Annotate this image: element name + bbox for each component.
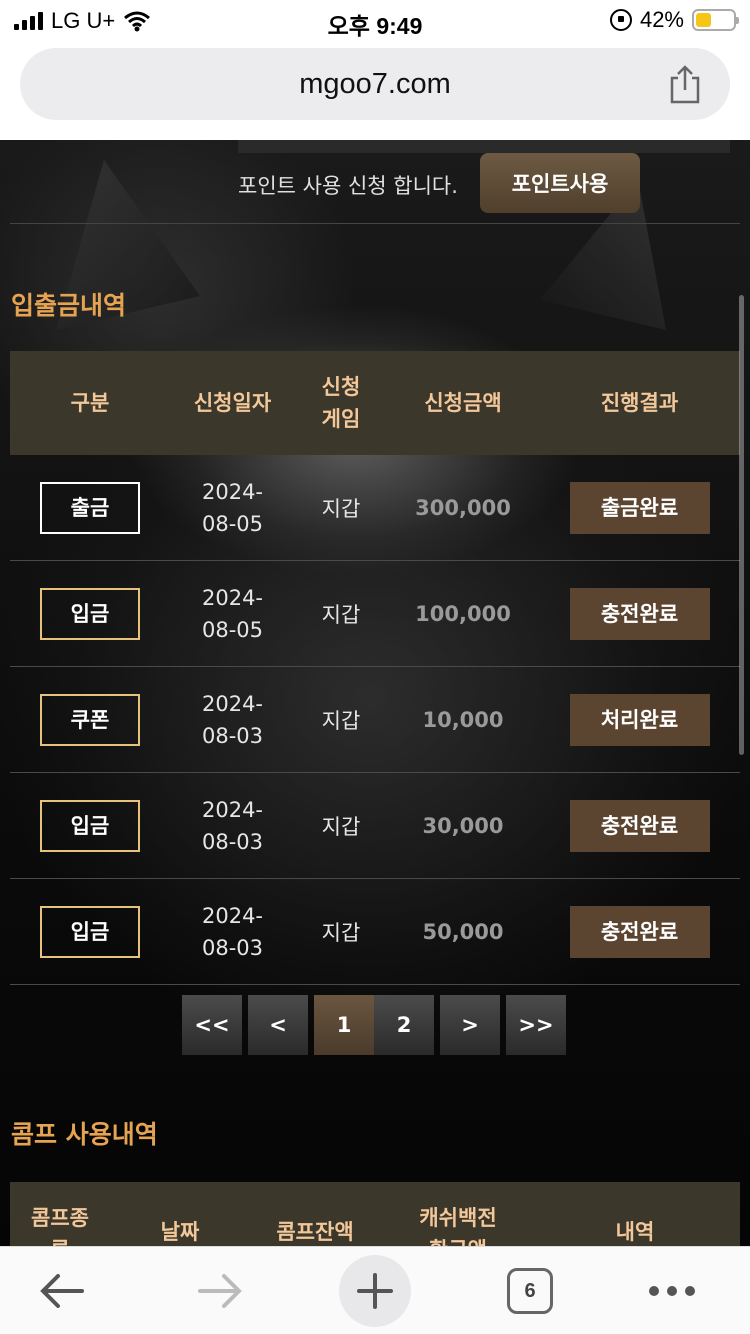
- comp-title: 콤프 사용내역: [11, 1120, 158, 1149]
- header-date: 신청일자: [193, 391, 272, 415]
- header-status: 진행결과: [600, 391, 679, 415]
- battery-percent: 42%: [639, 7, 684, 32]
- header-comp-balance: 콤프잔액: [276, 1220, 354, 1244]
- first-page-button[interactable]: <<: [182, 995, 242, 1055]
- browser-toolbar: 6: [0, 1246, 750, 1334]
- forward-arrow-icon: [198, 1274, 242, 1308]
- request-amount: 300,000: [415, 495, 511, 520]
- request-date: 2024- 08-05: [201, 479, 264, 536]
- request-game: 지갑: [321, 708, 361, 733]
- type-badge: 입금: [40, 799, 140, 852]
- share-icon[interactable]: [668, 64, 702, 104]
- page-scrollbar[interactable]: [739, 295, 744, 755]
- point-use-button[interactable]: 포인트사용: [480, 153, 640, 213]
- table-row: 입금 2024- 08-03 지갑 50,000 충전완료: [10, 879, 740, 985]
- plus-icon: [357, 1273, 393, 1309]
- table-row: 쿠폰 2024- 08-03 지갑 10,000 처리완료: [10, 667, 740, 773]
- request-date: 2024- 08-05: [201, 585, 264, 642]
- request-date: 2024- 08-03: [201, 691, 264, 748]
- type-badge: 쿠폰: [40, 693, 140, 746]
- rotation-lock-icon: [609, 9, 632, 31]
- header-type: 구분: [70, 391, 110, 415]
- browser-address-area: mgoo7.com: [0, 40, 750, 140]
- status-button: 충전완료: [569, 587, 710, 640]
- type-badge: 출금: [40, 481, 140, 534]
- request-date: 2024- 08-03: [201, 797, 264, 854]
- header-comp-type: 콤프종 류: [31, 1206, 89, 1246]
- more-menu-button[interactable]: [640, 1259, 704, 1323]
- tabs-button[interactable]: 6: [500, 1259, 560, 1323]
- status-button: 출금완료: [569, 481, 710, 534]
- next-page-button[interactable]: >: [440, 995, 500, 1055]
- type-badge: 입금: [40, 587, 140, 640]
- request-game: 지갑: [321, 920, 361, 945]
- back-button[interactable]: [30, 1259, 94, 1323]
- header-comp-detail: 내역: [615, 1220, 655, 1244]
- url-text[interactable]: mgoo7.com: [20, 68, 730, 101]
- table-row: 입금 2024- 08-05 지갑 100,000 충전완료: [10, 561, 740, 667]
- top-strip: [238, 140, 730, 153]
- pagination: << < 1 2 > >>: [182, 995, 566, 1055]
- request-amount: 10,000: [422, 707, 504, 732]
- tab-count: 6: [507, 1268, 553, 1314]
- divider: [10, 223, 740, 224]
- header-cashback: 캐쉬백전 환금액: [419, 1206, 497, 1246]
- table-header: 구분 신청일자 신청 게임 신청금액 진행결과: [10, 351, 740, 455]
- status-bar: LG U+ 오후 9:49 42%: [0, 0, 750, 40]
- comp-table: 콤프종 류 날짜 콤프잔액 캐쉬백전 환금액 내역: [10, 1182, 740, 1246]
- status-button: 충전완료: [569, 905, 710, 958]
- header-comp-date: 날짜: [160, 1220, 200, 1244]
- table-row: 입금 2024- 08-03 지갑 30,000 충전완료: [10, 773, 740, 879]
- new-tab-button[interactable]: [339, 1255, 411, 1327]
- battery-icon: [692, 9, 739, 31]
- back-arrow-icon: [40, 1274, 84, 1308]
- request-game: 지갑: [321, 496, 361, 521]
- request-amount: 100,000: [415, 601, 511, 626]
- request-date: 2024- 08-03: [201, 903, 264, 960]
- status-button: 충전완료: [569, 799, 710, 852]
- forward-button[interactable]: [188, 1259, 252, 1323]
- more-dots-icon: [649, 1286, 695, 1296]
- request-amount: 30,000: [422, 813, 504, 838]
- last-page-button[interactable]: >>: [506, 995, 566, 1055]
- prev-page-button[interactable]: <: [248, 995, 308, 1055]
- address-bar[interactable]: mgoo7.com: [20, 48, 730, 120]
- table-row: 출금 2024- 08-05 지갑 300,000 출금완료: [10, 455, 740, 561]
- request-game: 지갑: [321, 602, 361, 627]
- page-1-button[interactable]: 1: [314, 995, 374, 1055]
- transactions-title: 입출금내역: [11, 291, 127, 320]
- transactions-table: 구분 신청일자 신청 게임 신청금액 진행결과 출금 2024- 08-05 지…: [10, 351, 740, 985]
- request-game: 지갑: [321, 814, 361, 839]
- status-button: 처리완료: [569, 693, 710, 746]
- header-game: 신청 게임: [321, 375, 361, 431]
- web-page: 포인트 사용 신청 합니다. 포인트사용 입출금내역 구분 신청일자 신청 게임…: [0, 140, 750, 1246]
- request-amount: 50,000: [422, 919, 504, 944]
- header-amount: 신청금액: [424, 391, 502, 415]
- type-badge: 입금: [40, 905, 140, 958]
- page-2-button[interactable]: 2: [374, 995, 434, 1055]
- point-request-text: 포인트 사용 신청 합니다.: [238, 174, 458, 198]
